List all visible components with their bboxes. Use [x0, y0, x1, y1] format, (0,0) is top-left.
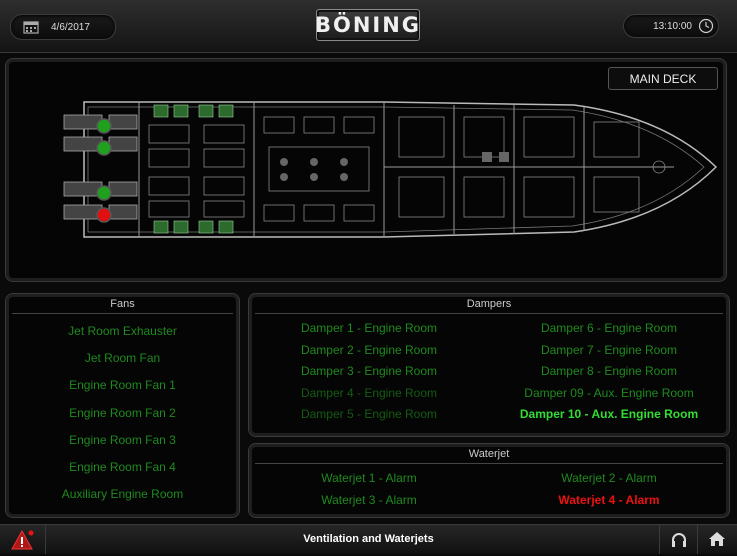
- clock-icon: [698, 18, 714, 34]
- jet-indicator-1: [96, 118, 112, 134]
- damper-item[interactable]: Damper 4 - Engine Room: [249, 383, 489, 405]
- damper-item[interactable]: Damper 7 - Engine Room: [489, 340, 729, 362]
- jet-status-indicators: [96, 118, 112, 223]
- bottom-bar: Ventilation and Waterjets: [0, 524, 737, 554]
- waterjet-list: Waterjet 1 - Alarm Waterjet 2 - Alarm Wa…: [249, 468, 729, 511]
- fan-item[interactable]: Auxiliary Engine Room: [6, 481, 239, 508]
- fan-item[interactable]: Engine Room Fan 1: [6, 372, 239, 399]
- page-title: Ventilation and Waterjets: [303, 533, 434, 545]
- home-icon[interactable]: [708, 530, 726, 548]
- fan-item[interactable]: Engine Room Fan 4: [6, 454, 239, 481]
- dampers-title: Dampers: [255, 294, 723, 314]
- ship-deck-plan[interactable]: [54, 97, 722, 247]
- damper-item[interactable]: Damper 8 - Engine Room: [489, 361, 729, 383]
- time-display: 13:10:00: [623, 14, 719, 38]
- damper-item[interactable]: Damper 3 - Engine Room: [249, 361, 489, 383]
- fans-panel: Fans Jet Room Exhauster Jet Room Fan Eng…: [5, 293, 240, 518]
- damper-item[interactable]: Damper 09 - Aux. Engine Room: [489, 383, 729, 405]
- date-display: 4/6/2017: [10, 14, 116, 40]
- fan-item[interactable]: Jet Room Fan: [6, 345, 239, 372]
- waterjet-panel: Waterjet Waterjet 1 - Alarm Waterjet 2 -…: [248, 443, 730, 518]
- main-deck-button[interactable]: MAIN DECK: [608, 67, 718, 90]
- waterjet-alarm-item[interactable]: Waterjet 3 - Alarm: [249, 490, 489, 512]
- dampers-list: Damper 1 - Engine Room Damper 6 - Engine…: [249, 318, 729, 426]
- headset-icon[interactable]: [670, 531, 688, 549]
- jet-indicator-3: [96, 185, 112, 201]
- bottom-divider: [659, 525, 660, 554]
- waterjet-alarm-item[interactable]: Waterjet 1 - Alarm: [249, 468, 489, 490]
- damper-item[interactable]: Damper 1 - Engine Room: [249, 318, 489, 340]
- damper-item[interactable]: Damper 5 - Engine Room: [249, 404, 489, 426]
- damper-item-active[interactable]: Damper 10 - Aux. Engine Room: [489, 404, 729, 426]
- time-text: 13:10:00: [653, 20, 692, 32]
- bottom-divider: [697, 525, 698, 554]
- fan-item[interactable]: Engine Room Fan 3: [6, 427, 239, 454]
- waterjet-alarm-item-active[interactable]: Waterjet 4 - Alarm: [489, 490, 729, 512]
- top-bar: 4/6/2017 BÖNING 13:10:00: [0, 0, 737, 53]
- dampers-panel: Dampers Damper 1 - Engine Room Damper 6 …: [248, 293, 730, 437]
- damper-item[interactable]: Damper 6 - Engine Room: [489, 318, 729, 340]
- waterjet-alarm-item[interactable]: Waterjet 2 - Alarm: [489, 468, 729, 490]
- waterjet-title: Waterjet: [255, 444, 723, 464]
- brand-logo: BÖNING: [315, 9, 420, 41]
- fans-title: Fans: [12, 294, 233, 314]
- fan-item[interactable]: Jet Room Exhauster: [6, 318, 239, 345]
- calendar-icon: [23, 20, 39, 34]
- fans-list: Jet Room Exhauster Jet Room Fan Engine R…: [6, 318, 239, 508]
- jet-indicator-4: [96, 207, 112, 223]
- deck-view-panel: MAIN DECK: [5, 58, 727, 282]
- fan-item[interactable]: Engine Room Fan 2: [6, 400, 239, 427]
- date-text: 4/6/2017: [51, 21, 90, 33]
- jet-indicator-2: [96, 140, 112, 156]
- damper-item[interactable]: Damper 2 - Engine Room: [249, 340, 489, 362]
